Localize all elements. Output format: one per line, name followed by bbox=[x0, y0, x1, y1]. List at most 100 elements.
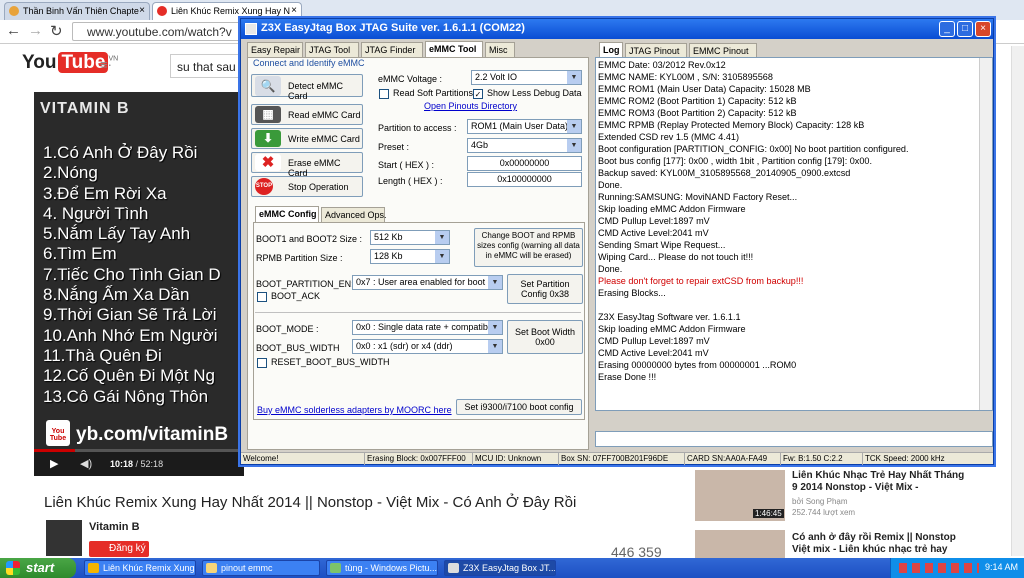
open-pinouts-link[interactable]: Open Pinouts Directory bbox=[424, 101, 517, 111]
maximize-icon[interactable]: □ bbox=[957, 21, 973, 37]
tab-jtag-tool[interactable]: JTAG Tool bbox=[305, 42, 359, 57]
log-line: EMMC ROM3 (Boot Partition 2) Capacity: 5… bbox=[598, 108, 797, 118]
menu-icon[interactable]: ≡· bbox=[100, 57, 112, 72]
favicon-icon bbox=[9, 6, 19, 16]
related-duration: 1:46:45 bbox=[753, 509, 784, 518]
tab-jtag-pinout[interactable]: JTAG Pinout bbox=[625, 43, 687, 58]
rpmb-size-select[interactable]: 128 Kb ▼ bbox=[370, 249, 450, 264]
tab-jtag-finder[interactable]: JTAG Finder bbox=[361, 42, 423, 57]
taskbar-label: Z3X EasyJtag Box JT... bbox=[463, 563, 556, 573]
boot-mode-select[interactable]: 0x0 : Single data rate + compatible t ▼ bbox=[352, 320, 503, 335]
log-line: Boot configuration [PARTITION_CONFIG: 0x… bbox=[598, 144, 909, 154]
boot-bus-value: 0x0 : x1 (sdr) or x4 (ddr) bbox=[356, 341, 453, 351]
taskbar-label: tùng - Windows Pictu... bbox=[345, 563, 438, 573]
chrome-icon bbox=[88, 563, 99, 573]
play-icon[interactable]: ▶ bbox=[50, 457, 58, 470]
show-less-debug-checkbox[interactable]: ✓ Show Less Debug Data bbox=[473, 88, 582, 99]
length-hex-input[interactable]: 0x100000000 bbox=[467, 172, 582, 187]
set-partition-config-button[interactable]: Set Partition Config 0x38 bbox=[507, 274, 583, 304]
stop-operation-button[interactable]: STOP Stop Operation bbox=[251, 176, 363, 197]
subtab-advanced-ops[interactable]: Advanced Ops. bbox=[321, 207, 387, 222]
clock[interactable]: 9:14 AM bbox=[985, 562, 1018, 572]
track-item: 8.Nắng Ấm Xa Dần bbox=[43, 285, 190, 305]
minimize-icon[interactable]: _ bbox=[939, 21, 955, 37]
stop-icon: STOP bbox=[255, 178, 273, 195]
reload-icon[interactable]: ↻ bbox=[50, 22, 63, 40]
tab-misc[interactable]: Misc bbox=[485, 42, 515, 57]
youtube-favicon-icon bbox=[157, 6, 167, 16]
taskbar-item-z3x[interactable]: Z3X EasyJtag Box JT... bbox=[444, 560, 556, 576]
detect-emmc-button[interactable]: 🔍 Detect eMMC Card bbox=[251, 74, 363, 101]
channel-name[interactable]: Vitamin B bbox=[89, 521, 140, 533]
subscribe-button[interactable]: Đăng ký bbox=[89, 541, 149, 557]
set-boot-width-button[interactable]: Set Boot Width 0x00 bbox=[507, 320, 583, 354]
download-icon: ⬇ bbox=[255, 130, 281, 147]
close-tab-icon[interactable]: × bbox=[139, 5, 145, 16]
volume-icon[interactable]: ◀) bbox=[80, 457, 92, 470]
search-input[interactable]: su that sau n bbox=[170, 54, 244, 78]
tab-emmc-pinout[interactable]: EMMC Pinout bbox=[689, 43, 757, 58]
read-emmc-button[interactable]: ▦ Read eMMC Card bbox=[251, 104, 363, 125]
read-soft-partitions-checkbox[interactable]: Read Soft Partitions bbox=[379, 88, 473, 99]
url-field[interactable]: www.youtube.com/watch?v bbox=[72, 22, 248, 41]
related-thumbnail[interactable] bbox=[695, 530, 785, 558]
boot-ack-checkbox[interactable]: BOOT_ACK bbox=[257, 291, 320, 302]
z3x-window: Z3X EasyJtag Box JTAG Suite ver. 1.6.1.1… bbox=[240, 18, 994, 465]
taskbar-item-folder[interactable]: pinout emmc bbox=[202, 560, 320, 576]
boot-bus-select[interactable]: 0x0 : x1 (sdr) or x4 (ddr) ▼ bbox=[352, 339, 503, 354]
boot-bus-label: BOOT_BUS_WIDTH bbox=[256, 343, 340, 353]
preset-select[interactable]: 4Gb ▼ bbox=[467, 138, 582, 153]
taskbar-item-browser[interactable]: Liên Khúc Remix Xung... bbox=[84, 560, 196, 576]
reset-boot-bus-checkbox[interactable]: RESET_BOOT_BUS_WIDTH bbox=[257, 357, 390, 368]
log-line: Done. bbox=[598, 264, 623, 274]
tray-icons[interactable] bbox=[899, 563, 979, 573]
chevron-down-icon: ▼ bbox=[435, 250, 449, 263]
boot-partition-select[interactable]: 0x7 : User area enabled for boot ▼ bbox=[352, 275, 503, 290]
buy-adapters-link[interactable]: Buy eMMC solderless adapters by MOORC he… bbox=[257, 405, 452, 415]
log-line: Running:SAMSUNG: MoviNAND Factory Reset.… bbox=[598, 192, 798, 202]
related-title[interactable]: Có anh ở đây rồi Remix || Nonstop Việt m… bbox=[792, 532, 970, 556]
tab-easy-repair[interactable]: Easy Repair bbox=[247, 42, 303, 57]
erase-emmc-button[interactable]: ✖ Erase eMMC Card bbox=[251, 152, 363, 178]
forward-icon[interactable]: → bbox=[28, 22, 43, 39]
related-title[interactable]: Liên Khúc Nhạc Trẻ Hay Nhất Tháng 9 2014… bbox=[792, 470, 970, 494]
back-icon[interactable]: ← bbox=[6, 22, 21, 39]
window-titlebar[interactable]: Z3X EasyJtag Box JTAG Suite ver. 1.6.1.1… bbox=[241, 19, 993, 39]
log-scrollbar[interactable] bbox=[979, 58, 992, 410]
picture-icon bbox=[330, 563, 341, 573]
partition-select[interactable]: ROM1 (Main User Data) ▼ bbox=[467, 119, 582, 134]
write-emmc-button[interactable]: ⬇ Write eMMC Card bbox=[251, 128, 363, 149]
main-tabs: Easy Repair JTAG Tool JTAG Finder eMMC T… bbox=[247, 41, 587, 57]
taskbar-label: pinout emmc bbox=[221, 563, 273, 573]
boot-mode-label: BOOT_MODE : bbox=[256, 324, 319, 334]
tab-emmc-tool[interactable]: eMMC Tool bbox=[425, 41, 483, 57]
channel-avatar[interactable] bbox=[46, 520, 82, 556]
emmc-voltage-select[interactable]: 2.2 Volt IO ▼ bbox=[471, 70, 582, 85]
taskbar-item-pictures[interactable]: tùng - Windows Pictu... bbox=[326, 560, 438, 576]
rpmb-size-value: 128 Kb bbox=[374, 251, 403, 261]
emmc-voltage-label: eMMC Voltage : bbox=[378, 74, 443, 84]
log-line: Skip loading eMMC Addon Firmware bbox=[598, 204, 746, 214]
command-input[interactable] bbox=[595, 431, 993, 447]
status-mcu-id: MCU ID: Unknown bbox=[473, 453, 559, 465]
close-icon[interactable]: × bbox=[975, 21, 991, 37]
start-button[interactable]: start bbox=[0, 558, 76, 578]
log-line: Erasing Blocks... bbox=[598, 288, 666, 298]
tab-log[interactable]: Log bbox=[599, 42, 623, 58]
page-scrollbar[interactable] bbox=[1011, 46, 1024, 556]
status-box-sn: Box SN: 07FF700B201F96DE bbox=[559, 453, 685, 465]
subtab-emmc-config[interactable]: eMMC Config bbox=[255, 206, 319, 222]
related-video[interactable]: 1:46:45 Liên Khúc Nhạc Trẻ Hay Nhất Thán… bbox=[695, 470, 1024, 521]
log-output[interactable]: EMMC Date: 03/2012 Rev.0x12 EMMC NAME: KY… bbox=[595, 57, 993, 411]
z3x-icon bbox=[448, 563, 459, 573]
close-tab-icon[interactable]: × bbox=[291, 5, 297, 16]
video-watermark: VITAMIN B bbox=[40, 100, 130, 117]
set-i9300-button[interactable]: Set i9300/i7100 boot config bbox=[456, 399, 582, 415]
track-item: 9.Thời Gian Sẽ Trả Lời bbox=[43, 305, 217, 325]
browser-tab-0[interactable]: Thần Binh Vấn Thiên Chapte × bbox=[4, 2, 150, 20]
boot-size-select[interactable]: 512 Kb ▼ bbox=[370, 230, 450, 245]
change-boot-rpmb-button[interactable]: Change BOOT and RPMB sizes config (warni… bbox=[474, 228, 583, 267]
start-hex-input[interactable]: 0x00000000 bbox=[467, 156, 582, 171]
time-total: 52:18 bbox=[140, 459, 164, 469]
checkbox-label: Show Less Debug Data bbox=[487, 88, 582, 98]
